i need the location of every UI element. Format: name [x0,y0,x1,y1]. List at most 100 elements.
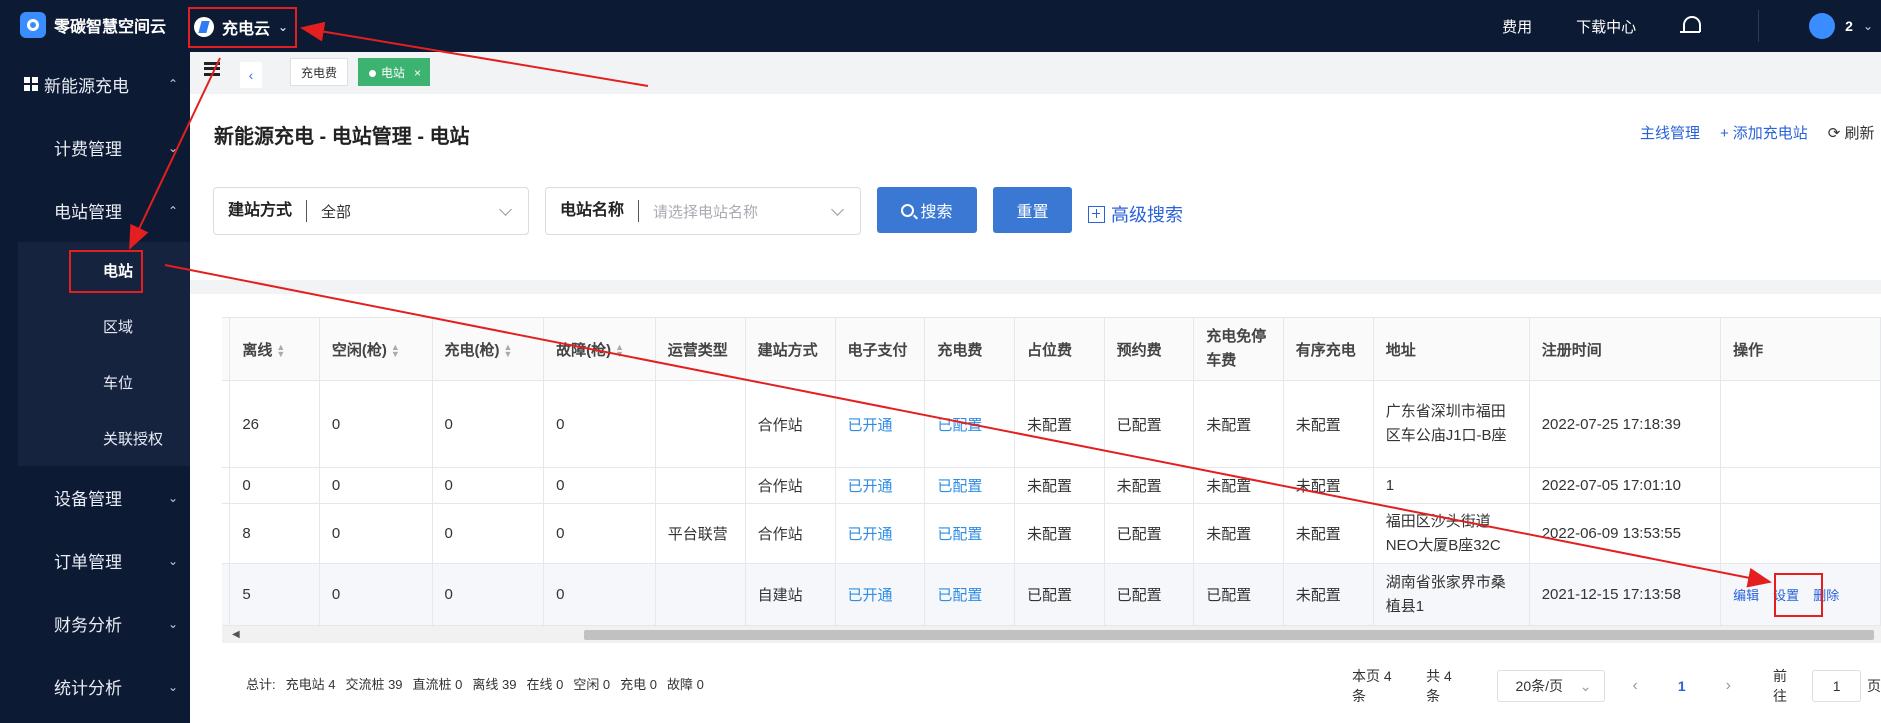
page-number[interactable]: 1 [1678,678,1686,694]
chevron-down-icon: ⌄ [167,616,178,631]
col-fault[interactable]: 故障(枪) ▲ ▼ [543,317,656,381]
scroll-left-arrow-icon[interactable]: ◀ [232,629,240,640]
tab-strip: ‹ 充电费 电站 × [190,52,1881,94]
sort-icon[interactable]: ▲ ▼ [615,342,624,358]
table-cell: 湖南省张家界市桑植县1 [1373,563,1530,626]
sidebar-item-station-mgmt[interactable]: 电站管理 ⌃ [0,179,190,242]
sidebar-item-label: 电站管理 [54,203,122,222]
col-operation-type: 运营类型 [655,317,746,381]
goto-suffix: 页 [1867,678,1881,694]
advanced-search-label: 高级搜索 [1111,205,1183,225]
sidebar-group-new-energy[interactable]: 新能源充电 ⌃ [0,52,190,116]
add-station-link[interactable]: + 添加充电站 [1720,122,1808,143]
sidebar-item-area[interactable]: 区域 [18,298,190,354]
table-cell: 未配置 [1014,503,1105,564]
table-row: 26 0 0 0 合作站 已开通 已配置 未配置 已配置 未配置 未配置 广东省深圳市福田区车公庙J1… [222,380,1881,468]
table-cell: 2022-07-05 17:01:10 [1529,467,1722,504]
table-cell [655,380,746,468]
col-charging[interactable]: 充电(枪) ▲ ▼ [432,317,545,381]
sidebar-item-auth[interactable]: 关联授权 [18,410,190,466]
refresh-label: 刷新 [1844,125,1875,142]
table-cell[interactable]: 已开通 [835,563,926,626]
col-offline[interactable]: 离线 ▲ ▼ [229,317,320,381]
scroll-thumb[interactable] [584,630,1874,640]
top-link-fees[interactable]: 费用 [1502,16,1532,37]
sidebar-item-stats[interactable]: 统计分析 ⌄ [0,655,190,718]
table-cell[interactable]: 已配置 [924,563,1016,626]
next-page-icon[interactable]: › [1726,677,1731,695]
sort-icon[interactable]: ▲ ▼ [276,342,285,358]
summary-item: 充电 0 [620,677,657,692]
plus-icon: + [1720,125,1729,142]
goto-input[interactable]: 1 [1812,670,1862,702]
tab-charging-fee[interactable]: 充电费 [290,58,349,86]
refresh-link[interactable]: ⟳ 刷新 [1828,122,1875,143]
summary-item: 总计: [246,677,276,692]
table-cell: 0 [543,563,656,626]
table-cell[interactable]: 已配置 [924,503,1016,564]
table-cell: 0 [229,467,320,504]
col-label: 充电(枪) [444,341,500,359]
search-button[interactable]: 搜索 [877,187,977,233]
summary-item: 离线 39 [472,677,517,692]
col-occupancy-fee: 占位费 [1014,317,1105,381]
table-cell [655,563,746,626]
build-mode-select[interactable]: 建站方式 全部 [213,187,529,235]
station-table: 离线 ▲ ▼ 空闲(枪) ▲ ▼ 充电(枪) ▲ ▼ 故障(枪) ▲ ▼ 运营类型 建站方式 电… [222,317,1881,643]
horizontal-scrollbar[interactable]: ◀ [222,626,1881,643]
table-cell[interactable]: 已开通 [835,467,926,504]
col-label: 故障(枪) [556,341,612,359]
table-cell: 0 [432,380,545,468]
page-size-select[interactable]: 20条/页 ⌄ [1496,670,1605,702]
user-menu[interactable]: 2 ⌄ [1758,10,1873,42]
col-e-pay: 电子支付 [835,317,926,381]
table-cell: 平台联营 [655,503,746,564]
table-cell: 0 [543,380,656,468]
sidebar-item-orders[interactable]: 订单管理 ⌄ [0,529,190,592]
brand-logo-icon [20,12,46,38]
station-name-select[interactable]: 电站名称 请选择电站名称 [545,187,861,235]
sidebar-item-finance[interactable]: 财务分析 ⌄ [0,592,190,655]
top-link-downloads[interactable]: 下载中心 [1576,16,1636,37]
col-idle[interactable]: 空闲(枪) ▲ ▼ [319,317,433,381]
table-cell: 自建站 [745,563,836,626]
total-text: 共 4 条 [1426,668,1452,704]
edit-link[interactable]: 编辑 [1733,588,1759,603]
reset-button[interactable]: 重置 [993,187,1072,233]
table-cell[interactable]: 已开通 [835,503,926,564]
chevron-down-icon: ⌄ [167,490,178,505]
mainline-mgmt-link[interactable]: 主线管理 [1640,122,1700,143]
table-cell: 合作站 [745,380,836,468]
table-cell: 2021-12-15 17:13:58 [1529,563,1722,626]
menu-toggle-icon[interactable] [204,62,220,76]
table-row: 0 0 0 0 合作站 已开通 已配置 未配置 未配置 未配置 未配置 1 2022-07-05 17:… [222,467,1881,504]
page-title: 新能源充电 - 电站管理 - 电站 [214,126,470,148]
chevron-up-icon: ⌃ [167,203,178,218]
page-size-value: 20条/页 [1515,678,1564,694]
bell-icon[interactable] [1680,14,1702,38]
table-cell: 已配置 [1104,380,1195,468]
station-name-placeholder: 请选择电站名称 [653,203,759,221]
sidebar-item-device[interactable]: 设备管理 ⌄ [0,466,190,529]
row-actions [1720,467,1881,504]
prev-page-icon[interactable]: ‹ [1633,677,1638,695]
tab-station[interactable]: 电站 × [358,58,431,87]
table-header-row: 离线 ▲ ▼ 空闲(枪) ▲ ▼ 充电(枪) ▲ ▼ 故障(枪) ▲ ▼ 运营类型 建站方式 电… [222,317,1881,381]
chevron-down-icon [499,202,512,216]
sort-icon[interactable]: ▲ ▼ [504,342,513,358]
brand-name: 零碳智慧空间云 [54,19,167,36]
table-cell: 0 [432,503,545,564]
chevron-left-icon[interactable]: ‹ [240,62,262,88]
table-cell[interactable]: 已配置 [924,467,1016,504]
brand[interactable]: 零碳智慧空间云 [20,12,166,38]
pagination: 本页 4 条 共 4 条 20条/页 ⌄ ‹ 1 › 前往 1 页 [1352,666,1881,706]
close-icon[interactable]: × [414,59,421,87]
sort-icon[interactable]: ▲ ▼ [391,342,400,358]
table-cell[interactable]: 已配置 [924,380,1016,468]
advanced-search-link[interactable]: 高级搜索 [1088,201,1183,227]
table-cell: 合作站 [745,503,836,564]
sidebar-item-billing[interactable]: 计费管理 ⌄ [0,116,190,179]
table-cell[interactable]: 已开通 [835,380,926,468]
col-label: 离线 [242,341,273,359]
sidebar-item-parking[interactable]: 车位 [18,354,190,410]
